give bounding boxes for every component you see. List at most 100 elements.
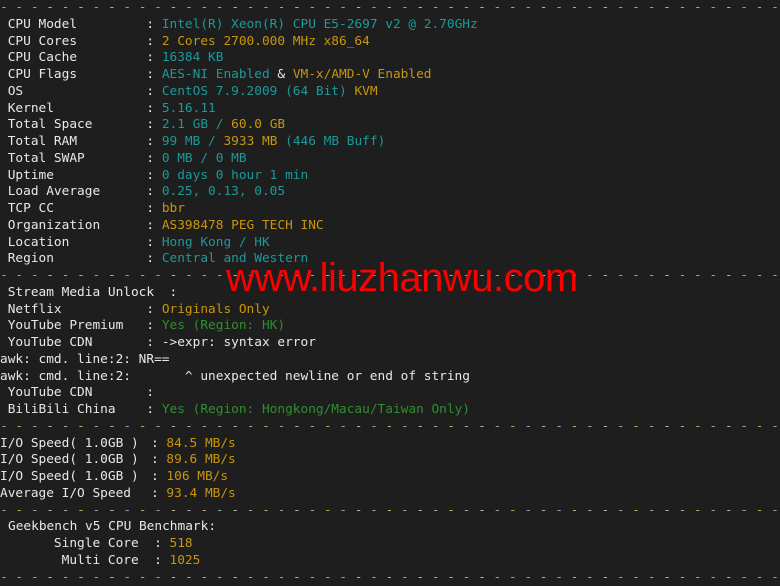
separator-dash: - (632, 570, 647, 585)
separator-dash: - (123, 570, 138, 585)
separator-dash: - (262, 570, 277, 585)
separator-dash: - (432, 419, 447, 434)
separator-dash: - (771, 503, 780, 518)
separator-dash: - (370, 268, 385, 283)
separator-dash: - (139, 419, 154, 434)
separator-dash: - (231, 0, 246, 15)
separator-dash: - (740, 570, 755, 585)
separator-dash: - (494, 0, 509, 15)
separator-dash: - (123, 268, 138, 283)
separator-dash: - (154, 503, 169, 518)
value-cpu-flags-vmx: VM-x/AMD-V Enabled (293, 67, 432, 82)
value-single-core: 518 (170, 536, 193, 551)
value-multi-core: 1025 (170, 553, 201, 568)
separator-dash: - (339, 503, 354, 518)
row-io-speed-2: I/O Speed( 1.0GB ): 89.6 MB/s (0, 452, 780, 469)
terminal-output: - - - - - - - - - - - - - - - - - - - - … (0, 0, 780, 576)
row-io-speed-3: I/O Speed( 1.0GB ): 106 MB/s (0, 469, 780, 486)
separator-dash: - (308, 570, 323, 585)
colon: : (151, 469, 166, 484)
separator-dash: - (231, 503, 246, 518)
label-os: OS (0, 84, 146, 99)
separator-dash: - (62, 503, 77, 518)
separator-dash: - (200, 419, 215, 434)
separator-dash: - (370, 0, 385, 15)
separator-dash: - (123, 419, 138, 434)
separator-dash: - (401, 419, 416, 434)
label-youtube-premium: YouTube Premium (0, 318, 146, 333)
separator-dash: - (663, 0, 678, 15)
value-location: Hong Kong / HK (162, 235, 270, 250)
colon: : (146, 134, 161, 149)
row-geekbench-title: Geekbench v5 CPU Benchmark: (0, 519, 780, 536)
separator-dash: - (416, 503, 431, 518)
separator-dash: - (555, 268, 570, 283)
separator-dash: - (278, 503, 293, 518)
value-ram-buff: (446 MB Buff) (277, 134, 385, 149)
row-youtube-premium: YouTube Premium : Yes (Region: HK) (0, 318, 780, 335)
separator-dash: - (170, 570, 185, 585)
row-load-average: Load Average : 0.25, 0.13, 0.05 (0, 184, 780, 201)
separator-dash: - (31, 268, 46, 283)
separator-dash: - (663, 419, 678, 434)
separator-dash: - (154, 268, 169, 283)
row-region: Region : Central and Western (0, 251, 780, 268)
separator-dash: - (370, 503, 385, 518)
colon: : (170, 285, 178, 300)
separator-dash: - (170, 268, 185, 283)
separator-dash: - (555, 503, 570, 518)
value-io-speed-3: 106 MB/s (166, 469, 228, 484)
separator-line-media: - - - - - - - - - - - - - - - - - - - - … (0, 268, 780, 285)
separator-dash: - (185, 268, 200, 283)
separator-dash: - (15, 419, 30, 434)
separator-dash: - (108, 419, 123, 434)
colon: : (146, 84, 161, 99)
separator-dash: - (262, 0, 277, 15)
separator-dash: - (694, 268, 709, 283)
separator-dash: - (216, 0, 231, 15)
separator-dash: - (355, 0, 370, 15)
label-region: Region (0, 251, 146, 266)
separator-dash: - (278, 268, 293, 283)
separator-dash: - (648, 419, 663, 434)
separator-dash: - (709, 419, 724, 434)
value-region: Central and Western (162, 251, 308, 266)
separator-dash: - (586, 419, 601, 434)
separator-dash: - (555, 0, 570, 15)
separator-dash: - (93, 268, 108, 283)
separator-dash: - (46, 419, 61, 434)
separator-dash: - (185, 570, 200, 585)
separator-dash: - (447, 268, 462, 283)
separator-dash: - (679, 419, 694, 434)
row-os: OS : CentOS 7.9.2009 (64 Bit) KVM (0, 84, 780, 101)
separator-dash: - (355, 503, 370, 518)
label-io-speed-2: I/O Speed( 1.0GB ) (0, 452, 151, 469)
value-total-swap: 0 MB / 0 MB (162, 151, 247, 166)
separator-dash: - (324, 503, 339, 518)
colon: : (146, 168, 161, 183)
separator-dash: - (262, 503, 277, 518)
separator-dash: - (46, 0, 61, 15)
separator-dash: - (447, 503, 462, 518)
separator-dash: - (262, 419, 277, 434)
separator-dash: - (416, 268, 431, 283)
separator-dash: - (293, 268, 308, 283)
separator-dash: - (447, 0, 462, 15)
separator-dash: - (509, 570, 524, 585)
row-cpu-cores: CPU Cores : 2 Cores 2700.000 MHz x86_64 (0, 34, 780, 51)
separator-dash: - (170, 0, 185, 15)
separator-dash: - (756, 0, 771, 15)
value-ram-slash: / (200, 134, 223, 149)
colon: : (146, 402, 161, 417)
separator-dash: - (463, 419, 478, 434)
separator-dash: - (62, 0, 77, 15)
separator-dash: - (524, 419, 539, 434)
separator-dash: - (694, 419, 709, 434)
colon: : (146, 184, 161, 199)
row-cpu-model: CPU Model : Intel(R) Xeon(R) CPU E5-2697… (0, 17, 780, 34)
separator-dash: - (185, 419, 200, 434)
separator-dash: - (247, 0, 262, 15)
label-cpu-flags: CPU Flags (0, 67, 146, 82)
separator-dash: - (123, 503, 138, 518)
separator-dash: - (386, 0, 401, 15)
